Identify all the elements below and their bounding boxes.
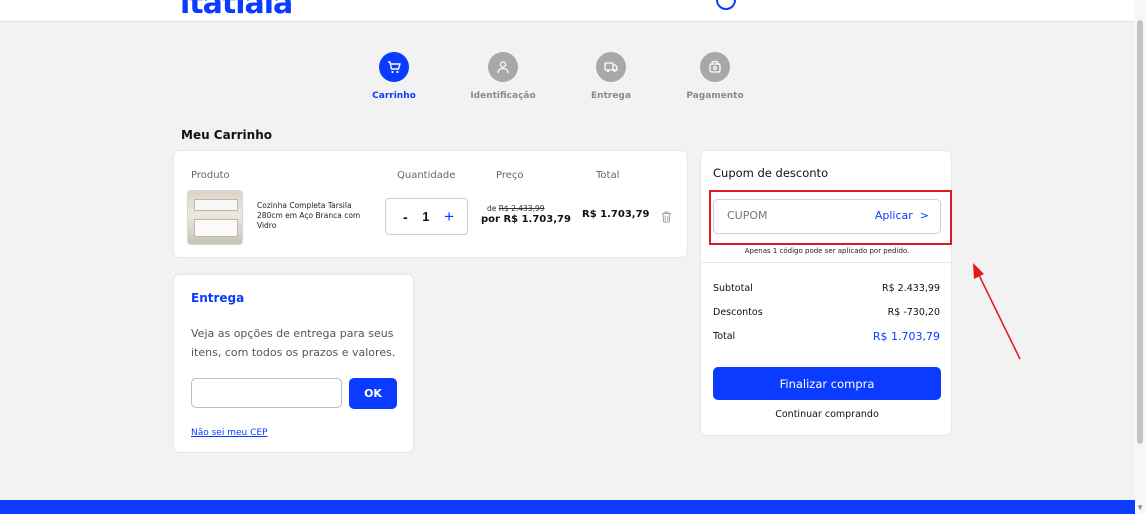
discount-value: R$ -730,20 — [887, 307, 940, 318]
step-label: Entrega — [591, 91, 631, 101]
footer-bar — [0, 500, 1135, 514]
quantity-value: 1 — [422, 209, 430, 224]
checkout-button[interactable]: Finalizar compra — [713, 367, 941, 400]
shipping-title: Entrega — [191, 291, 245, 305]
total-label: Total — [713, 331, 736, 342]
payment-icon — [700, 52, 730, 82]
old-price-prefix: de — [487, 204, 497, 213]
step-entrega: Entrega — [561, 52, 661, 101]
apply-label: Aplicar — [874, 209, 913, 222]
step-label: Identificação — [470, 91, 536, 101]
product-name[interactable]: Cozinha Completa Tarsila 280cm em Aço Br… — [257, 201, 377, 231]
column-header-quantity: Quantidade — [397, 170, 456, 181]
increase-quantity-button[interactable]: + — [444, 207, 454, 227]
subtotal-value: R$ 2.433,99 — [882, 283, 940, 294]
column-header-price: Preço — [496, 170, 524, 181]
shield-icon — [716, 0, 736, 10]
step-identificacao: Identificação — [453, 52, 553, 101]
discount-row: Descontos R$ -730,20 — [713, 307, 940, 318]
step-label: Pagamento — [686, 91, 744, 101]
cep-input[interactable] — [191, 378, 342, 408]
decrease-quantity-button[interactable]: - — [403, 209, 408, 225]
annotation-arrow — [973, 263, 1021, 360]
page-title: Meu Carrinho — [181, 128, 272, 142]
total-row: Total R$ 1.703,79 — [713, 330, 940, 343]
quantity-stepper: - 1 + — [385, 198, 468, 235]
cart-icon — [379, 52, 409, 82]
old-price: de R$ 2.433,99 — [487, 204, 545, 213]
shipping-card: Entrega Veja as opções de entrega para s… — [173, 274, 414, 453]
subtotal-row: Subtotal R$ 2.433,99 — [713, 283, 940, 294]
coupon-note: Apenas 1 código pode ser aplicado por pe… — [744, 247, 910, 255]
unknown-cep-link[interactable]: Não sei meu CEP — [191, 428, 267, 438]
step-carrinho: Carrinho — [344, 52, 444, 101]
shipping-description: Veja as opções de entrega para seus iten… — [191, 327, 396, 359]
chevron-right-icon: > — [916, 209, 929, 222]
order-summary-card: Cupom de desconto Aplicar > Apenas 1 cód… — [700, 150, 952, 436]
continue-shopping-link[interactable]: Continuar comprando — [701, 409, 953, 420]
column-header-product: Produto — [191, 170, 230, 181]
item-total: R$ 1.703,79 — [582, 209, 650, 220]
step-pagamento: Pagamento — [665, 52, 765, 101]
trash-icon[interactable] — [661, 210, 672, 228]
divider — [701, 262, 951, 263]
column-header-total: Total — [596, 170, 620, 181]
cart-card: Produto Quantidade Preço Total Cozinha C… — [173, 150, 688, 258]
discount-label: Descontos — [713, 307, 763, 318]
coupon-field: Aplicar > — [713, 199, 941, 234]
product-image[interactable] — [187, 190, 243, 245]
checkout-steps: Carrinho Identificação Entrega Pagamento — [0, 52, 1145, 112]
subtotal-label: Subtotal — [713, 283, 753, 294]
total-value: R$ 1.703,79 — [872, 330, 940, 343]
top-header: ltatiaia — [0, 0, 1145, 22]
old-price-value: R$ 2.433,99 — [498, 204, 545, 213]
brand-logo[interactable]: ltatiaia — [180, 0, 293, 21]
apply-coupon-button[interactable]: Aplicar > — [875, 209, 929, 222]
new-price: por R$ 1.703,79 — [481, 214, 571, 225]
coupon-input[interactable] — [727, 209, 847, 222]
user-icon — [488, 52, 518, 82]
truck-icon — [596, 52, 626, 82]
cep-ok-button[interactable]: OK — [349, 378, 397, 409]
step-label: Carrinho — [372, 91, 416, 101]
coupon-title: Cupom de desconto — [713, 166, 829, 180]
scroll-down-arrow-icon[interactable]: ▼ — [1136, 503, 1144, 512]
